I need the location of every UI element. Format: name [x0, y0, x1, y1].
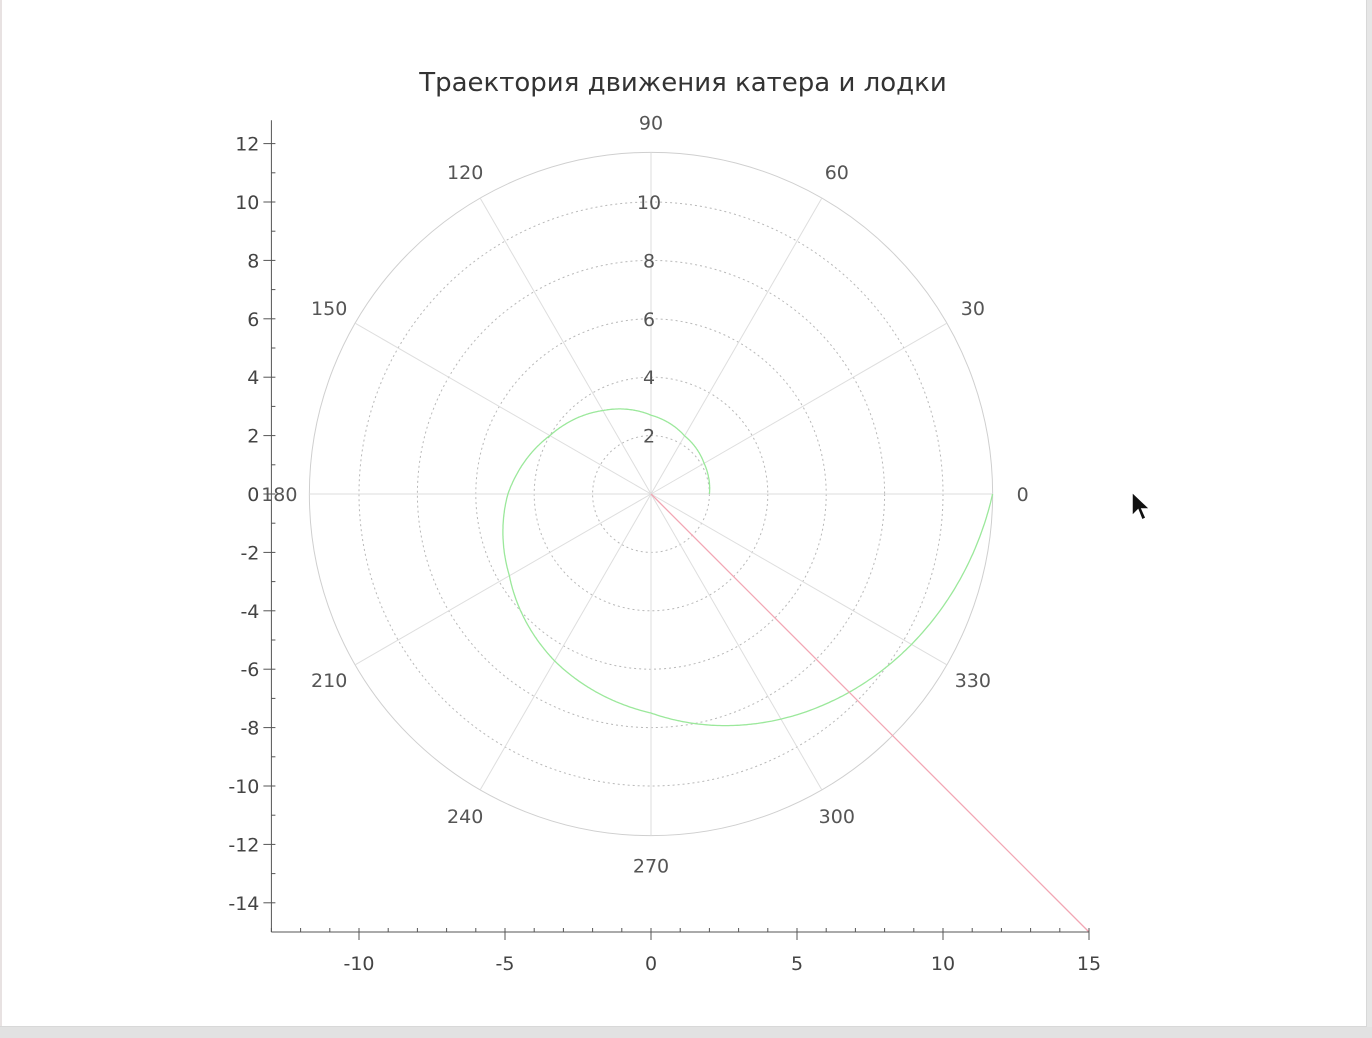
angle-spoke — [479, 493, 652, 791]
spiral-series-line — [502, 408, 994, 727]
y-tick-label: -6 — [240, 659, 259, 681]
angle-tick-label: 0 — [1017, 484, 1029, 506]
x-tick-label: 15 — [1077, 953, 1101, 975]
angle-spoke — [479, 197, 652, 495]
plot-window: Траектория движения катера и лодки 0 30 60… — [0, 0, 1367, 1027]
angle-spoke — [650, 322, 948, 495]
radial-tick-label: 10 — [637, 192, 661, 214]
angle-spoke — [650, 197, 823, 495]
y-tick-label: -10 — [228, 776, 259, 798]
y-tick-label: 2 — [247, 426, 259, 448]
y-tick-label: 12 — [235, 134, 259, 156]
angle-tick-label: 90 — [639, 112, 663, 134]
angle-tick-label: 180 — [261, 484, 297, 506]
x-tick-label: 10 — [931, 953, 955, 975]
angle-spoke — [354, 322, 652, 495]
angle-spoke — [650, 493, 948, 666]
x-tick-label: 5 — [791, 953, 803, 975]
series-layer — [502, 408, 1090, 933]
x-tick-label: -5 — [496, 953, 515, 975]
y-tick-label: 10 — [235, 192, 259, 214]
y-tick-label: 0 — [247, 484, 259, 506]
window-right-edge — [1367, 0, 1372, 1038]
angle-tick-label: 300 — [819, 806, 855, 828]
cartesian-axes: 12 10 8 6 4 2 0 -2 -4 -6 -8 -10 -12 -14 -10 -5 0 5 10 15 — [228, 120, 1101, 975]
y-tick-label: 6 — [247, 309, 259, 331]
angle-tick-label: 30 — [961, 298, 985, 320]
y-tick-label: -14 — [228, 893, 259, 915]
angle-tick-label: 150 — [311, 298, 347, 320]
angle-tick-label: 60 — [825, 162, 849, 184]
angle-spoke — [650, 493, 823, 791]
radial-tick-label: 8 — [643, 250, 655, 272]
y-tick-label: 4 — [247, 367, 259, 389]
mouse-pointer-icon — [1131, 490, 1152, 522]
y-tick-label: -12 — [228, 834, 259, 856]
y-tick-label: 8 — [247, 250, 259, 272]
y-tick-label: -8 — [240, 718, 259, 740]
radial-tick-label: 6 — [643, 309, 655, 331]
angle-tick-label: 240 — [447, 806, 483, 828]
ray-series-line — [650, 493, 1090, 933]
angle-tick-label: 210 — [311, 670, 347, 692]
x-tick-label: 0 — [645, 953, 657, 975]
angle-tick-label: 120 — [447, 162, 483, 184]
angle-tick-label: 330 — [955, 670, 991, 692]
x-tick-label: -10 — [343, 953, 374, 975]
radial-tick-label: 2 — [643, 426, 655, 448]
polar-grid: 0 30 60 90 120 150 180 210 240 270 300 330 2 4 6 8 10 — [261, 112, 1028, 877]
radial-tick-label: 4 — [643, 367, 655, 389]
y-tick-label: -4 — [240, 601, 259, 623]
chart-title: Траектория движения катера и лодки — [418, 68, 947, 98]
polar-chart: Траектория движения катера и лодки 03060… — [228, 68, 1101, 975]
angle-tick-label: 270 — [633, 856, 669, 878]
window-bottom-bar — [0, 1027, 1372, 1038]
y-tick-label: -2 — [240, 542, 259, 564]
